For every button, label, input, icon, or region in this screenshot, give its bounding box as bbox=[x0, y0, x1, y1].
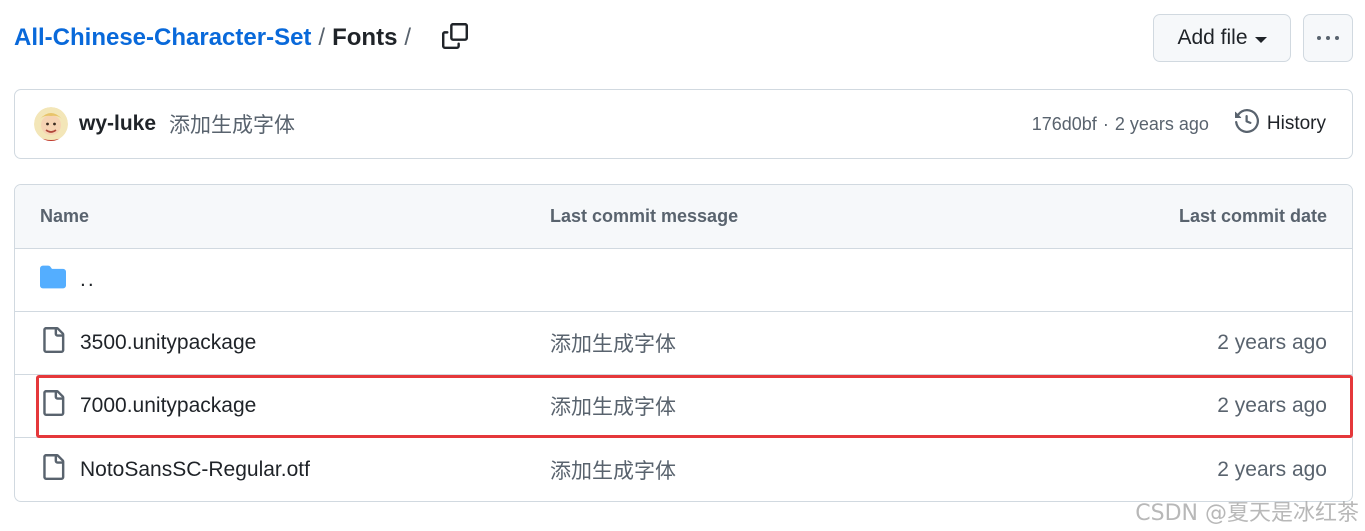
row-commit-date: 2 years ago bbox=[1217, 331, 1327, 354]
table-row[interactable]: 3500.unitypackage 添加生成字体 2 years ago bbox=[15, 312, 1352, 375]
header-last-commit-date: Last commit date bbox=[1178, 206, 1327, 226]
commit-time: 2 years ago bbox=[1114, 113, 1209, 134]
header-last-commit-message: Last commit message bbox=[550, 206, 739, 226]
latest-commit-box: wy-luke 添加生成字体 176d0bf · 2 years ago His… bbox=[14, 89, 1353, 159]
parent-directory-link[interactable]: .. bbox=[80, 268, 96, 292]
top-actions: Add file bbox=[1153, 14, 1353, 62]
history-icon bbox=[1234, 108, 1267, 139]
history-link[interactable]: History bbox=[1234, 108, 1326, 139]
top-bar: All-Chinese-Character-Set / Fonts / Add … bbox=[14, 12, 1353, 64]
breadcrumb-current-folder: Fonts bbox=[332, 24, 398, 51]
header-name: Name bbox=[40, 206, 90, 226]
meta-dot: · bbox=[1102, 113, 1109, 134]
file-icon bbox=[40, 327, 80, 359]
table-header: Name Last commit message Last commit dat… bbox=[15, 185, 1352, 249]
breadcrumb-separator: / bbox=[318, 24, 326, 51]
commit-meta: 176d0bf · 2 years ago History bbox=[1032, 108, 1326, 139]
watermark: CSDN @夏天是冰红茶 bbox=[1135, 501, 1359, 526]
copy-path-button[interactable] bbox=[440, 22, 470, 54]
add-file-button[interactable]: Add file bbox=[1153, 14, 1291, 62]
row-commit-date: 2 years ago bbox=[1217, 457, 1327, 481]
breadcrumb-repo-link[interactable]: All-Chinese-Character-Set bbox=[14, 24, 311, 52]
file-icon bbox=[40, 453, 80, 486]
file-name-link[interactable]: 7000.unitypackage bbox=[80, 394, 256, 418]
file-name-link[interactable]: NotoSansSC-Regular.otf bbox=[80, 458, 310, 482]
row-commit-message[interactable]: 添加生成字体 bbox=[550, 328, 1052, 358]
commit-message-link[interactable]: 添加生成字体 bbox=[169, 109, 295, 139]
row-commit-date: 2 years ago bbox=[1217, 394, 1327, 417]
avatar[interactable] bbox=[34, 107, 68, 141]
file-icon bbox=[40, 390, 80, 422]
breadcrumb: All-Chinese-Character-Set / Fonts / bbox=[14, 24, 418, 52]
kebab-horizontal-icon bbox=[1317, 36, 1339, 40]
table-row-parent-dir[interactable]: .. bbox=[15, 249, 1352, 312]
commit-sha-link[interactable]: 176d0bf bbox=[1032, 114, 1097, 135]
add-file-label: Add file bbox=[1177, 26, 1248, 49]
table-row[interactable]: 7000.unitypackage 添加生成字体 2 years ago bbox=[15, 375, 1352, 438]
file-table: Name Last commit message Last commit dat… bbox=[14, 184, 1353, 502]
more-options-button[interactable] bbox=[1303, 14, 1353, 62]
file-name-link[interactable]: 3500.unitypackage bbox=[80, 331, 256, 355]
folder-icon bbox=[40, 264, 80, 296]
copy-icon bbox=[442, 22, 469, 54]
row-commit-message[interactable]: 添加生成字体 bbox=[550, 455, 1052, 485]
table-row[interactable]: NotoSansSC-Regular.otf 添加生成字体 2 years ag… bbox=[15, 438, 1352, 501]
row-commit-message[interactable]: 添加生成字体 bbox=[550, 391, 1052, 421]
history-label: History bbox=[1266, 113, 1326, 134]
breadcrumb-trailing-separator: / bbox=[404, 24, 412, 51]
commit-author-link[interactable]: wy-luke bbox=[79, 112, 156, 136]
caret-down-icon bbox=[1254, 36, 1267, 43]
